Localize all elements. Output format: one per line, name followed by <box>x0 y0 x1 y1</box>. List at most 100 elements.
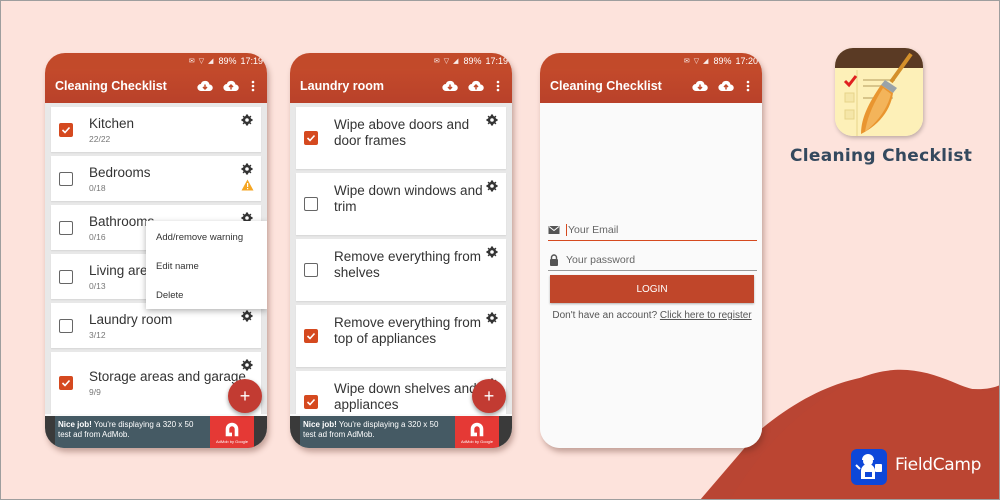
room-name: Laundry room <box>89 311 173 327</box>
menu-item-edit-name[interactable]: Edit name <box>146 252 267 281</box>
more-vert-icon[interactable] <box>492 76 504 96</box>
task-checkbox[interactable] <box>304 395 318 409</box>
cloud-download-icon[interactable] <box>440 76 460 96</box>
task-name: Wipe above doors and door frames <box>334 117 470 148</box>
task-text: Wipe down shelves and appliances <box>334 381 484 413</box>
task-text: Wipe down windows and trim <box>334 183 484 215</box>
room-checkbox[interactable] <box>59 122 73 137</box>
status-bar: ✉ ▽ ◢ 89% 17:20 <box>540 53 762 69</box>
add-task-button[interactable]: + <box>472 379 506 413</box>
task-item[interactable]: Wipe down windows and trim <box>296 173 506 235</box>
email-field[interactable] <box>548 219 757 241</box>
task-item[interactable]: Remove everything from shelves <box>296 239 506 301</box>
task-checkbox[interactable] <box>304 329 318 343</box>
menu-item-add-remove-warning[interactable]: Add/remove warning <box>146 223 267 252</box>
cloud-upload-icon[interactable] <box>716 76 736 96</box>
task-name: Remove everything from shelves <box>334 249 482 280</box>
cloud-upload-icon[interactable] <box>221 76 241 96</box>
app-bar: Cleaning Checklist <box>45 69 267 103</box>
task-checkbox[interactable] <box>304 197 318 211</box>
ad-text-bold: Nice job! <box>303 420 337 429</box>
ad-banner[interactable]: Nice job! You're displaying a 320 x 50 t… <box>45 416 267 448</box>
task-name: Wipe down windows and trim <box>334 183 483 214</box>
phone-screen-task-list: ✉ ▽ ◢ 89% 17:19 Laundry room Wipe above … <box>290 53 512 448</box>
ad-text: Nice job! You're displaying a 320 x 50 t… <box>55 416 210 448</box>
room-text: Laundry room 3/12 <box>89 312 261 340</box>
room-checkbox[interactable] <box>59 269 73 284</box>
task-checkbox[interactable] <box>304 131 318 145</box>
app-name: Cleaning Checklist <box>790 146 973 166</box>
status-icons: ✉ ▽ ◢ <box>683 58 710 65</box>
room-text: Bedrooms 0/18 <box>89 165 261 193</box>
battery-level: 89% <box>713 56 732 66</box>
room-checkbox[interactable] <box>59 220 73 235</box>
admob-logo: AdMob by Google <box>455 416 499 448</box>
gear-icon[interactable] <box>486 311 498 324</box>
status-bar: ✉ ▽ ◢ 89% 17:19 <box>45 53 267 69</box>
cloud-download-icon[interactable] <box>195 76 215 96</box>
fieldcamp-worker-icon <box>855 454 882 479</box>
add-room-button[interactable]: + <box>228 379 262 413</box>
clock: 17:19 <box>240 56 263 66</box>
task-checkbox[interactable] <box>304 263 318 277</box>
room-checkbox[interactable] <box>59 318 73 333</box>
battery-level: 89% <box>218 56 237 66</box>
app-bar-title: Cleaning Checklist <box>550 79 662 93</box>
phone-screen-login: ✉ ▽ ◢ 89% 17:20 Cleaning Checklist LOGIN… <box>540 53 762 448</box>
status-icons: ✉ ▽ ◢ <box>433 58 460 65</box>
gear-icon[interactable] <box>486 245 498 258</box>
gear-icon[interactable] <box>486 113 498 126</box>
room-context-menu: Add/remove warning Edit name Delete <box>146 221 267 309</box>
room-text: Kitchen 22/22 <box>89 116 261 144</box>
task-name: Wipe down shelves and appliances <box>334 381 477 412</box>
task-list: Wipe above doors and door frames Wipe dow… <box>290 103 512 414</box>
broom-checklist-icon <box>835 48 923 136</box>
fieldcamp-wordmark: FieldCamp <box>895 455 982 475</box>
task-item[interactable]: Remove everything from top of appliances <box>296 305 506 367</box>
clock: 17:20 <box>735 56 758 66</box>
menu-item-delete[interactable]: Delete <box>146 281 267 310</box>
mail-icon <box>548 225 560 234</box>
admob-icon <box>225 422 239 437</box>
login-form: LOGIN Don't have an account? Click here … <box>540 103 762 448</box>
admob-caption: AdMob by Google <box>460 439 494 444</box>
password-field[interactable] <box>548 249 757 271</box>
register-prompt: Don't have an account? Click here to reg… <box>550 309 754 322</box>
status-icons: ✉ ▽ ◢ <box>188 58 215 65</box>
ad-text-bold: Nice job! <box>58 420 92 429</box>
register-prompt-text: Don't have an account? <box>552 310 660 321</box>
more-vert-icon[interactable] <box>247 76 259 96</box>
password-input[interactable] <box>566 253 746 266</box>
task-name: Remove everything from top of appliances <box>334 315 482 346</box>
cloud-upload-icon[interactable] <box>466 76 486 96</box>
room-name: Kitchen <box>89 115 135 131</box>
gear-icon[interactable] <box>241 309 253 322</box>
cloud-download-icon[interactable] <box>690 76 710 96</box>
gear-icon[interactable] <box>486 179 498 192</box>
room-checkbox[interactable] <box>59 171 73 186</box>
gear-icon[interactable] <box>241 113 253 126</box>
clock: 17:19 <box>485 56 508 66</box>
lock-icon <box>550 253 558 266</box>
app-bar-title: Laundry room <box>300 79 385 93</box>
task-item[interactable]: Wipe above doors and door frames <box>296 107 506 169</box>
status-bar: ✉ ▽ ◢ 89% 17:19 <box>290 53 512 69</box>
room-item[interactable]: Kitchen 22/22 <box>51 107 261 152</box>
admob-logo: AdMob by Google <box>210 416 254 448</box>
admob-caption: AdMob by Google <box>215 439 249 444</box>
gear-icon[interactable] <box>241 162 253 175</box>
email-input[interactable] <box>568 223 748 236</box>
ad-banner[interactable]: Nice job! You're displaying a 320 x 50 t… <box>290 416 512 448</box>
room-checkbox[interactable] <box>59 376 73 390</box>
register-link[interactable]: Click here to register <box>660 310 752 321</box>
more-vert-icon[interactable] <box>742 76 754 96</box>
app-icon <box>835 48 923 136</box>
task-text: Remove everything from shelves <box>334 249 484 281</box>
warning-icon <box>241 178 254 191</box>
phone-screen-room-list: ✉ ▽ ◢ 89% 17:19 Cleaning Checklist Kitch… <box>45 53 267 448</box>
gear-icon[interactable] <box>241 358 253 371</box>
room-item[interactable]: Bedrooms 0/18 <box>51 156 261 201</box>
login-button[interactable]: LOGIN <box>550 275 754 303</box>
app-bar: Laundry room <box>290 69 512 103</box>
room-progress-count: 0/18 <box>89 182 106 193</box>
